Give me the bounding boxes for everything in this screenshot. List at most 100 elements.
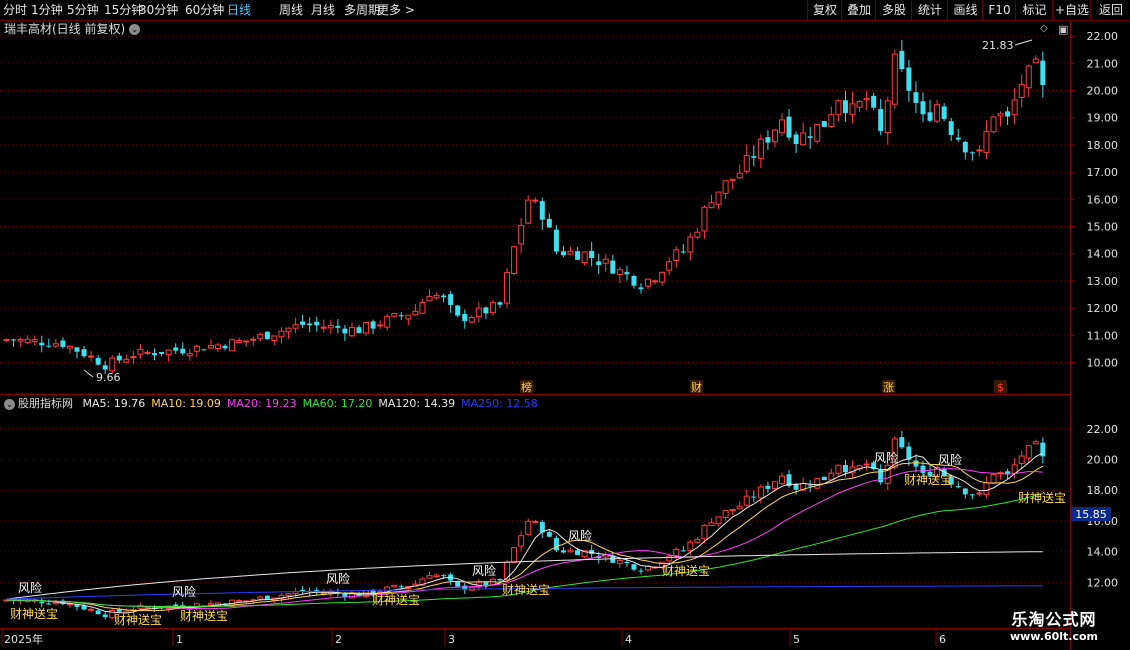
ind-tick-label: 12.00 [1087,576,1119,589]
candle-body-up [729,178,736,181]
candle-body-up [976,492,983,495]
candle-body-down [793,484,799,490]
candle-body-up [31,339,38,343]
candle-body-up [863,98,870,101]
candle-body-up [884,100,891,134]
candle-body-up [363,321,370,334]
candle-body-down [624,561,630,564]
signal-risk-3: 风险 [472,563,496,578]
candle-body-up [292,324,299,329]
candle-body-down [180,348,186,354]
candle-body-up [983,131,990,153]
candle-body-up [532,199,539,202]
candle-body-down [39,601,45,604]
candle-body-down [1040,60,1046,85]
candle-body-up [990,116,997,133]
candle-body-down [448,294,454,305]
candle-body-up [278,330,285,338]
candle-body-down [955,137,961,140]
candle-body-up [602,258,609,264]
y-tick-label: 21.00 [1087,57,1119,70]
candle-body-up [729,509,736,512]
candle-body-up [257,333,264,339]
candle-body-down [920,101,926,115]
candle-body-down [920,465,926,473]
watermark-url: www.60lt.com [1009,630,1099,643]
candle-body-up [856,101,863,108]
candle-body-up [123,358,130,363]
candle-body-up [1032,441,1039,445]
candle-body-down [398,315,404,317]
y-tick-label: 12.00 [1087,302,1119,315]
candle-body-up [800,132,807,146]
y-tick-label: 22.00 [1087,30,1119,43]
candle-body-down [441,575,447,577]
candle-body-up [715,516,722,525]
event-marker-0: 榜 [521,380,532,394]
candle-body-up [511,547,518,564]
signal-buy-0: 财神送宝 [10,606,58,621]
candle-body-up [736,172,743,179]
signal-buy-7: 财神送宝 [1018,490,1066,505]
candle-body-up [652,280,659,283]
high-price-arrow [1014,39,1033,46]
candle-body-down [546,218,552,228]
candle-body-up [990,473,997,484]
candle-body-down [793,134,799,145]
candle-body-up [518,535,525,547]
candle-body-up [412,310,419,316]
candle-body-up [722,180,729,194]
candle-body-up [348,326,355,337]
candle-body-down [95,610,101,615]
y-tick-label: 17.00 [1087,166,1119,179]
candle-body-up [666,555,673,562]
candle-body-down [807,485,813,487]
candle-body-up [88,608,95,611]
kline-chart[interactable]: 22.00 21.00 20.00 19.00 18.00 17.00 16.00 15.00… [0,0,1130,650]
signal-buy-5: 财神送宝 [662,563,710,578]
candle-body-down [680,251,686,253]
candle-body-up [285,593,292,597]
candle-body-up [835,100,842,116]
event-marker-2: 涨 [883,381,894,394]
signal-buy-1: 财神送宝 [114,612,162,627]
candle-body-up [849,103,856,115]
candle-body-down [222,345,228,349]
candle-body-down [842,100,848,114]
candle-body-down [342,593,348,597]
candle-body-down [307,323,313,326]
candle-body-down [878,109,884,131]
candle-body-up [694,231,701,238]
candle-body-down [335,325,341,328]
y-tick-label: 20.00 [1087,85,1119,98]
candle-body-up [525,199,532,224]
candle-body-up [708,522,715,527]
candle-body-up [736,505,743,510]
candle-body-up [687,236,694,253]
low-price-arrow [83,369,94,378]
signal-risk-4: 风险 [568,528,592,543]
candle-body-down [560,251,566,256]
candle-body-up [616,269,623,275]
candle-body-up [405,314,412,320]
candle-body-up [320,326,327,329]
candle-body-up [722,509,729,519]
candle-body-up [24,338,31,343]
y-tick-label: 16.00 [1087,193,1119,206]
candle-body-up [814,478,821,489]
candle-body-up [779,119,785,134]
candle-body-up [708,202,715,209]
candle-body-up [673,548,680,556]
signal-buy-4: 财神送宝 [502,582,550,597]
candle-body-up [52,601,59,605]
candle-body-down [553,538,559,551]
candle-body-down [638,570,644,572]
candle-body-up [983,482,990,495]
candle-body-down [546,531,552,537]
signal-risk-1: 风险 [172,584,196,599]
candle-body-up [694,538,701,543]
candle-body-down [356,327,362,334]
candle-body-up [285,327,292,333]
candle-body-up [779,475,785,484]
candle-body-down [962,141,968,153]
